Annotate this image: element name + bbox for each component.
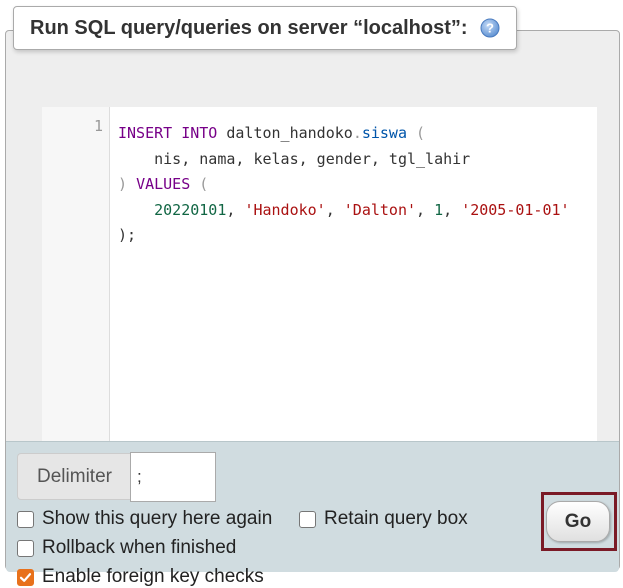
code-token: siswa [361, 124, 407, 142]
code-token: VALUES [136, 175, 191, 193]
retain-query-box-option[interactable]: Retain query box [299, 508, 468, 530]
code-token: nis, nama, kelas, gender, tgl_lahir [118, 149, 471, 168]
rollback-label: Rollback when finished [42, 537, 237, 558]
checkmark-icon [19, 572, 32, 582]
code-token: 'Dalton' [343, 200, 417, 219]
show-query-again-checkbox[interactable] [17, 510, 34, 528]
code-line: ) VALUES ( [118, 172, 593, 198]
code-token: , [416, 200, 435, 219]
code-token: '2005-01-01' [461, 200, 570, 219]
query-options-bar: Delimiter Show this query here again Ret… [6, 441, 619, 587]
code-token: ) [118, 175, 137, 193]
svg-text:?: ? [486, 21, 494, 36]
rollback-option[interactable]: Rollback when finished [17, 537, 236, 559]
code-token: , [443, 200, 462, 219]
show-query-again-label: Show this query here again [42, 508, 273, 529]
code-line: 20220101, 'Handoko', 'Dalton', 1, '2005-… [118, 198, 593, 224]
code-token: INSERT INTO [118, 124, 227, 142]
code-token: 'Handoko' [244, 200, 326, 219]
rollback-checkbox[interactable] [17, 539, 34, 557]
foreign-key-checks-label: Enable foreign key checks [42, 566, 264, 587]
code-token: ( [190, 175, 209, 193]
retain-query-box-label: Retain query box [324, 508, 468, 529]
line-number: 1 [93, 117, 103, 135]
go-button[interactable]: Go [546, 501, 610, 542]
editor-gutter: 1 [42, 107, 110, 441]
code-token: dalton_handoko [226, 124, 353, 142]
code-token: ); [118, 226, 137, 244]
foreign-key-checks-checkbox[interactable] [17, 568, 34, 586]
help-question-icon[interactable]: ? [480, 18, 500, 38]
retain-query-box-checkbox[interactable] [299, 510, 316, 528]
code-token: . [352, 124, 362, 142]
delimiter-input[interactable] [130, 452, 216, 502]
panel-title: Run SQL query/queries on server “localho… [30, 16, 468, 39]
foreign-key-checks-option[interactable]: Enable foreign key checks [17, 566, 264, 588]
delimiter-label: Delimiter [17, 453, 131, 500]
code-token: , [325, 200, 344, 219]
code-token: 1 [434, 200, 444, 219]
code-line: ); [118, 223, 593, 249]
code-line: INSERT INTO dalton_handoko.siswa ( [118, 121, 593, 147]
sql-code[interactable]: INSERT INTO dalton_handoko.siswa ( nis, … [118, 121, 593, 249]
code-token: 20220101 [154, 200, 227, 219]
sql-editor[interactable]: 1 INSERT INTO dalton_handoko.siswa ( nis… [42, 107, 597, 441]
panel-legend: Run SQL query/queries on server “localho… [13, 6, 517, 50]
show-query-again-option[interactable]: Show this query here again [17, 508, 272, 530]
code-token: , [226, 200, 245, 219]
code-line: nis, nama, kelas, gender, tgl_lahir [118, 147, 593, 173]
code-token: ( [407, 124, 426, 142]
sql-query-panel: 1 INSERT INTO dalton_handoko.siswa ( nis… [5, 30, 620, 587]
